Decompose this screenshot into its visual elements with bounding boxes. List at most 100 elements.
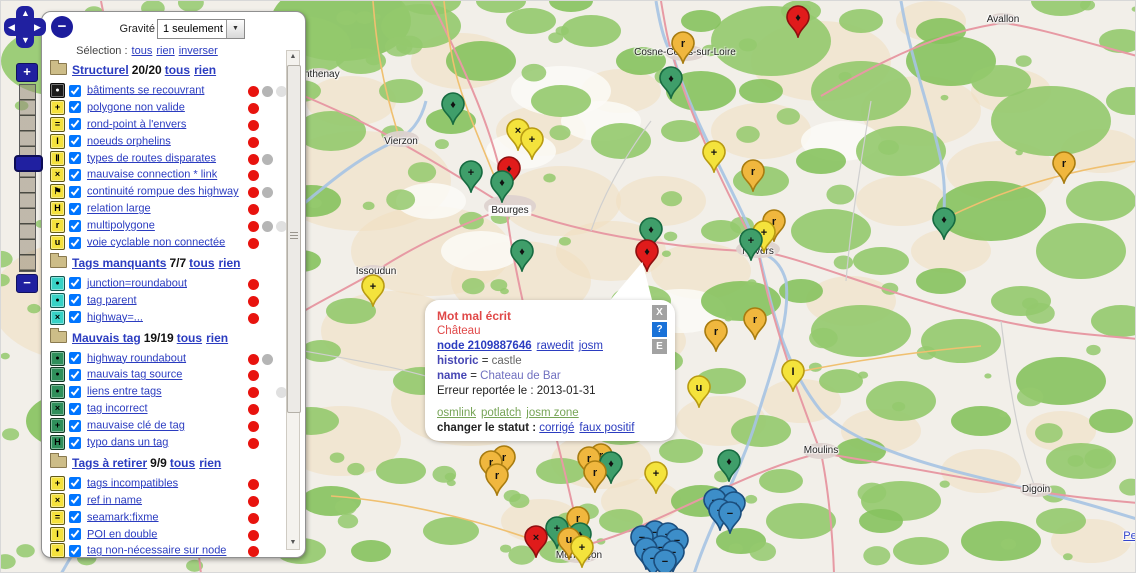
error-type-checkbox[interactable] — [69, 477, 81, 489]
josm-zone-link[interactable]: josm zone — [526, 407, 578, 419]
map-marker-yellow-bar[interactable]: I — [780, 359, 806, 392]
scroll-up-icon[interactable]: ▲ — [287, 51, 299, 63]
map-marker-orange-corner[interactable]: r — [1051, 151, 1077, 184]
category-title-link[interactable]: Structurel — [72, 63, 129, 77]
category-tous-link[interactable]: tous — [170, 456, 195, 470]
map-marker-green-diamond[interactable]: ♦ — [931, 207, 957, 240]
map-marker-green-diamond[interactable]: ♦ — [440, 92, 466, 125]
error-type-link[interactable]: ref in name — [87, 494, 142, 506]
error-type-link[interactable]: typo dans un tag — [87, 436, 168, 448]
error-type-checkbox[interactable] — [69, 85, 81, 97]
zoom-in-button[interactable]: + — [16, 63, 38, 82]
popup-edit-button[interactable]: E — [652, 339, 667, 354]
category-tous-link[interactable]: tous — [177, 331, 202, 345]
panel-collapse-button[interactable]: − — [51, 16, 73, 38]
zoom-out-button[interactable]: − — [16, 274, 38, 293]
error-type-link[interactable]: mauvaise connection * link — [87, 169, 217, 181]
error-type-checkbox[interactable] — [69, 311, 81, 323]
map-marker-yellow-plus[interactable]: + — [519, 127, 545, 160]
error-type-checkbox[interactable] — [69, 420, 81, 432]
error-type-link[interactable]: rond-point à l'envers — [87, 118, 186, 130]
category-rien-link[interactable]: rien — [194, 63, 216, 77]
error-type-link[interactable]: tag parent — [87, 294, 137, 306]
error-type-link[interactable]: mauvaise clé de tag — [87, 420, 185, 432]
error-type-checkbox[interactable] — [69, 369, 81, 381]
map-marker-green-plus[interactable]: + — [458, 160, 484, 193]
map-marker-yellow-plus[interactable]: + — [701, 140, 727, 173]
zoom-slider-track[interactable] — [19, 84, 36, 272]
map-marker-blue-minus[interactable]: − — [652, 549, 678, 573]
popup-help-button[interactable]: ? — [652, 322, 667, 337]
map-marker-orange-corner[interactable]: r — [582, 460, 608, 493]
map-marker-green-diamond[interactable]: ♦ — [716, 449, 742, 482]
category-title-link[interactable]: Mauvais tag — [72, 331, 141, 345]
error-type-link[interactable]: tags incompatibles — [87, 477, 178, 489]
map-marker-yellow-u[interactable]: u — [686, 375, 712, 408]
map-marker-red-diamond[interactable]: ♦ — [785, 5, 811, 38]
error-type-link[interactable]: polygone non valide — [87, 101, 185, 113]
gravity-select[interactable]: 1 seulement ▼ — [157, 19, 245, 39]
map-marker-orange-corner[interactable]: r — [484, 463, 510, 496]
pan-down-icon[interactable]: ▼ — [21, 36, 30, 45]
map-marker-red-cross[interactable]: × — [523, 525, 549, 558]
error-type-link[interactable]: multipolygone — [87, 220, 155, 232]
error-type-checkbox[interactable] — [69, 494, 81, 506]
pan-right-icon[interactable]: ▶ — [34, 23, 41, 32]
error-type-checkbox[interactable] — [69, 152, 81, 164]
rawedit-link[interactable]: rawedit — [537, 340, 574, 352]
error-type-checkbox[interactable] — [69, 277, 81, 289]
popup-close-button[interactable]: X — [652, 305, 667, 320]
map-marker-green-plus[interactable]: + — [738, 228, 764, 261]
error-type-link[interactable]: junction=roundabout — [87, 277, 187, 289]
map-marker-green-diamond[interactable]: ♦ — [489, 170, 515, 203]
error-type-link[interactable]: mauvais tag source — [87, 369, 182, 381]
error-type-checkbox[interactable] — [69, 352, 81, 364]
error-type-link[interactable]: highway=... — [87, 311, 143, 323]
error-type-checkbox[interactable] — [69, 294, 81, 306]
dropdown-arrow-icon[interactable]: ▼ — [226, 20, 244, 38]
josm-link[interactable]: josm — [579, 340, 603, 352]
error-type-checkbox[interactable] — [69, 528, 81, 540]
map-marker-blue-minus[interactable]: − — [717, 501, 743, 534]
category-title-link[interactable]: Tags à retirer — [72, 456, 147, 470]
map-marker-green-diamond[interactable]: ♦ — [509, 239, 535, 272]
error-type-link[interactable]: tag non-nécessaire sur node — [87, 545, 226, 557]
error-type-checkbox[interactable] — [69, 437, 81, 449]
category-tous-link[interactable]: tous — [165, 63, 190, 77]
category-rien-link[interactable]: rien — [219, 256, 241, 270]
map-marker-yellow-plus[interactable]: + — [360, 274, 386, 307]
category-rien-link[interactable]: rien — [206, 331, 228, 345]
category-tous-link[interactable]: tous — [189, 256, 214, 270]
node-link[interactable]: node 2109887646 — [437, 340, 532, 352]
category-rien-link[interactable]: rien — [199, 456, 221, 470]
category-title-link[interactable]: Tags manquants — [72, 256, 166, 270]
selection-tous-link[interactable]: tous — [132, 45, 153, 57]
error-type-checkbox[interactable] — [69, 135, 81, 147]
error-type-link[interactable]: highway roundabout — [87, 352, 186, 364]
scroll-down-icon[interactable]: ▼ — [287, 537, 299, 549]
error-type-link[interactable]: relation large — [87, 203, 151, 215]
error-type-link[interactable]: liens entre tags — [87, 386, 162, 398]
error-type-checkbox[interactable] — [69, 203, 81, 215]
error-type-link[interactable]: tag incorrect — [87, 403, 148, 415]
error-type-link[interactable]: seamark:fixme — [87, 511, 159, 523]
panel-scrollbar[interactable]: ▲ ▼ — [286, 50, 300, 550]
error-type-checkbox[interactable] — [69, 403, 81, 415]
error-type-checkbox[interactable] — [69, 511, 81, 523]
pan-left-icon[interactable]: ◀ — [8, 23, 15, 32]
error-type-checkbox[interactable] — [69, 220, 81, 232]
error-type-link[interactable]: POI en double — [87, 528, 157, 540]
selection-rien-link[interactable]: rien — [156, 45, 174, 57]
error-type-checkbox[interactable] — [69, 101, 81, 113]
map-marker-green-diamond[interactable]: ♦ — [658, 66, 684, 99]
status-faux-positif-link[interactable]: faux positif — [579, 422, 634, 434]
pan-control[interactable]: ▲ ▼ ◀ ▶ — [4, 6, 46, 48]
map-marker-orange-corner[interactable]: r — [670, 31, 696, 64]
error-type-checkbox[interactable] — [69, 386, 81, 398]
status-corrige-link[interactable]: corrigé — [539, 422, 574, 434]
zoom-slider-handle[interactable] — [14, 155, 43, 172]
map-marker-orange-corner[interactable]: r — [703, 319, 729, 352]
map-marker-yellow-plus[interactable]: + — [569, 535, 595, 568]
error-type-checkbox[interactable] — [69, 186, 81, 198]
error-type-link[interactable]: noeuds orphelins — [87, 135, 171, 147]
